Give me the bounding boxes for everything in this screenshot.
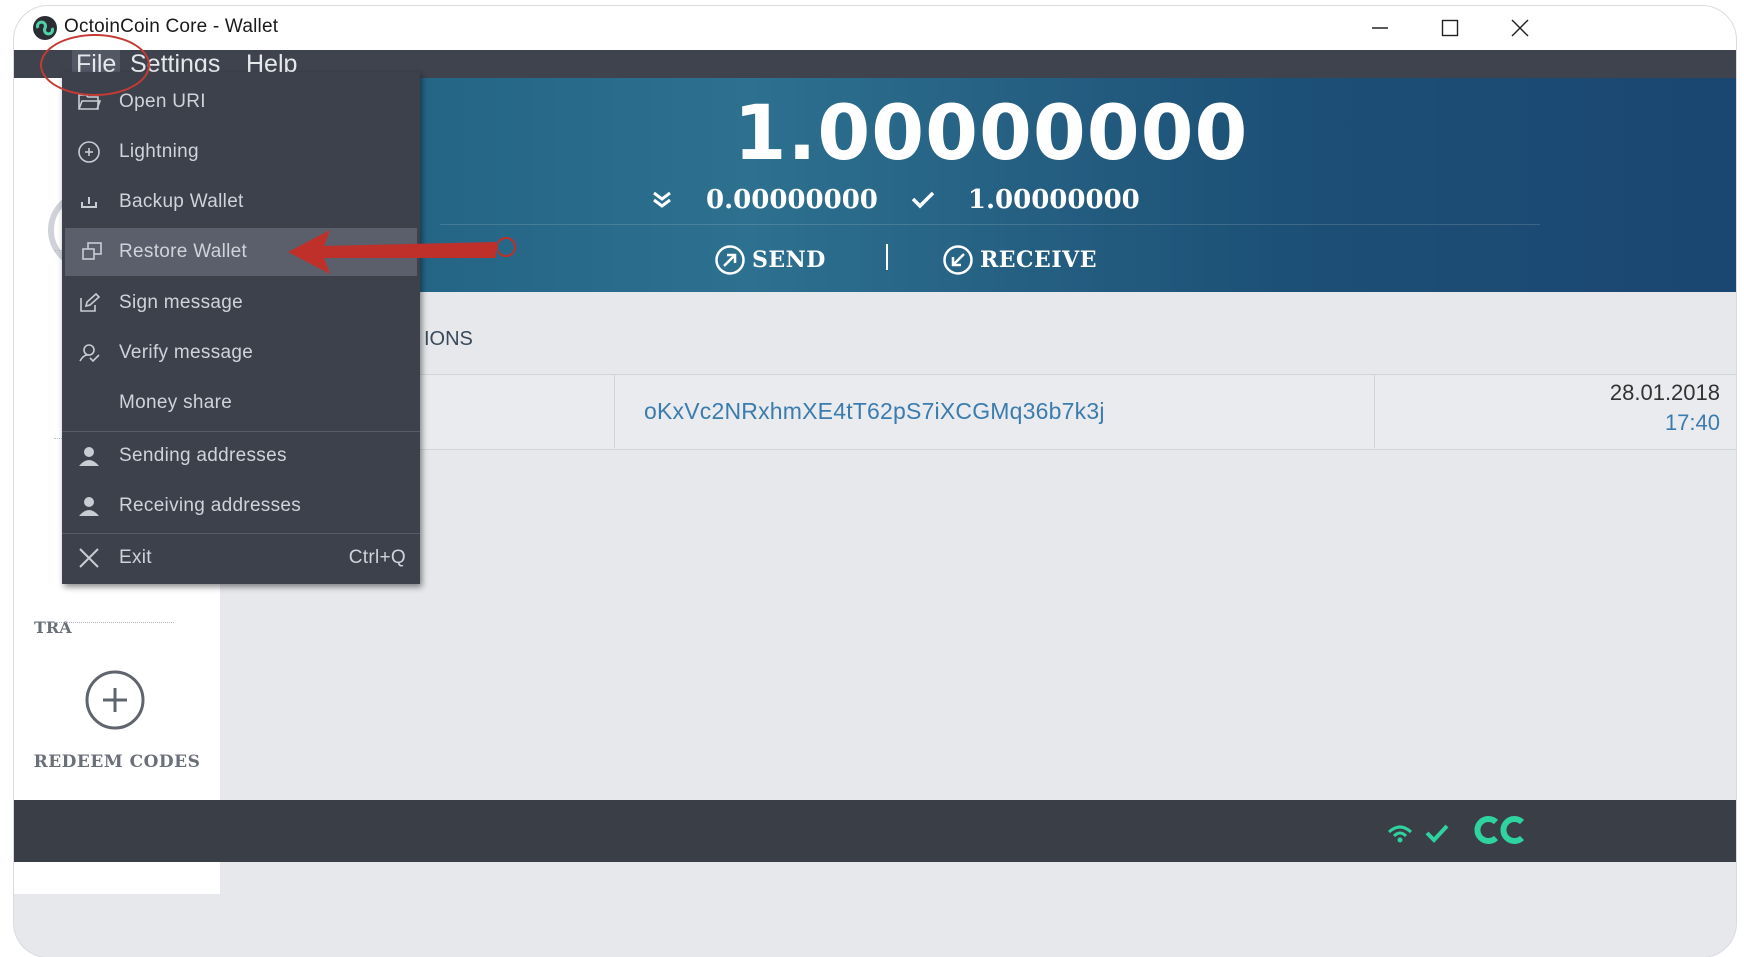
verify-icon <box>79 344 100 363</box>
confirmed-balance: 1.00000000 <box>967 185 1140 215</box>
close-icon <box>1511 19 1529 37</box>
sub-balances: 0.00000000 1.00000000 <box>650 182 1140 218</box>
menu-item-receiving-addresses[interactable]: Receiving addresses <box>62 482 420 530</box>
receive-button[interactable]: RECEIVE <box>942 244 1097 276</box>
divider <box>886 244 888 270</box>
transaction-datetime: 28.01.2018 17:40 <box>1610 378 1720 438</box>
receive-icon <box>943 245 973 275</box>
menu-item-label: Exit <box>119 547 152 568</box>
transaction-time: 17:40 <box>1664 410 1720 435</box>
menu-item-label: Receiving addresses <box>119 495 302 516</box>
menu-item-shortcut: Ctrl+Q <box>348 547 406 568</box>
menu-item-label: Open URI <box>119 91 206 112</box>
menu-item-label: Money share <box>119 392 233 413</box>
file-menu-dropdown: Open URI Lightning Backup Wallet Restore… <box>62 72 420 584</box>
send-icon <box>715 245 745 275</box>
menu-item-sign-message[interactable]: Sign message <box>62 279 420 327</box>
transaction-date: 28.01.2018 <box>1609 380 1720 405</box>
minimize-button[interactable] <box>1342 6 1418 50</box>
menu-item-label: Sign message <box>119 292 244 313</box>
check-icon <box>1425 824 1449 843</box>
annotation-circle <box>40 34 150 96</box>
pending-balance: 0.00000000 <box>706 185 878 215</box>
menu-item-label: Backup Wallet <box>119 191 244 212</box>
check-icon <box>911 191 935 209</box>
minimize-icon <box>1372 27 1388 29</box>
column-divider <box>1374 374 1375 448</box>
edit-icon <box>80 292 101 312</box>
app-window: OctoinCoin Core - Wallet File Settings H… <box>14 6 1736 957</box>
divider <box>54 622 174 623</box>
menu-item-exit[interactable]: Exit Ctrl+Q <box>62 534 420 582</box>
backup-icon <box>81 197 97 208</box>
octoin-logo-icon <box>1474 816 1525 844</box>
divider <box>440 224 1540 225</box>
close-button[interactable] <box>1482 6 1558 50</box>
send-label: SEND <box>752 247 826 273</box>
menu-item-label: Verify message <box>119 342 254 363</box>
user-icon <box>79 497 99 516</box>
annotation-arrow-icon <box>288 230 516 274</box>
add-circle-icon[interactable] <box>83 668 147 732</box>
user-icon <box>79 447 99 466</box>
menu-item-sending-addresses[interactable]: Sending addresses <box>62 432 420 480</box>
total-balance: 1.00000000 <box>733 88 1249 177</box>
menu-item-label: Restore Wallet <box>119 241 248 262</box>
menu-item-label: Sending addresses <box>119 445 287 466</box>
redeem-codes-label[interactable]: REDEEM CODES <box>14 752 220 772</box>
status-bar <box>14 800 1736 862</box>
menu-item-verify-message[interactable]: Verify message <box>62 329 420 377</box>
section-title: IONS <box>424 328 473 350</box>
menu-item-label: Lightning <box>119 141 199 162</box>
receive-label: RECEIVE <box>980 247 1097 273</box>
wifi-icon <box>1387 825 1413 843</box>
menu-item-money-share[interactable]: Money share <box>62 379 420 427</box>
sidebar-item-transactions[interactable]: TRA <box>34 618 72 637</box>
transaction-address[interactable]: oKxVc2NRxhmXE4tT62pS7iXCGMq36b7k3j <box>644 398 1105 425</box>
maximize-button[interactable] <box>1412 6 1488 50</box>
column-divider <box>614 374 615 448</box>
title-bar: OctoinCoin Core - Wallet <box>14 6 1736 50</box>
app-logo-icon <box>33 16 57 40</box>
maximize-icon <box>1441 19 1459 37</box>
close-icon <box>79 548 99 568</box>
menu-item-backup-wallet[interactable]: Backup Wallet <box>62 178 420 226</box>
pending-icon <box>653 191 671 208</box>
menu-item-lightning[interactable]: Lightning <box>62 128 420 176</box>
send-button[interactable]: SEND <box>714 244 826 276</box>
plus-circle-icon <box>78 141 100 163</box>
restore-icon <box>82 242 102 260</box>
